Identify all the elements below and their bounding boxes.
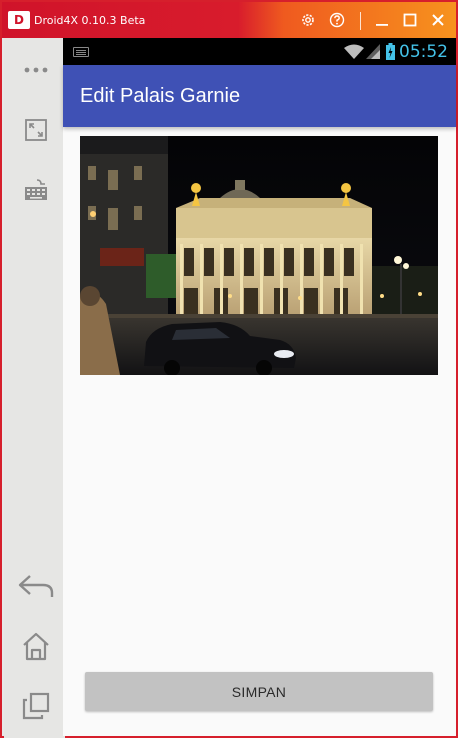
- palais-garnier-photo: [80, 136, 438, 375]
- recent-apps-icon[interactable]: [14, 686, 58, 726]
- more-icon[interactable]: [14, 50, 58, 90]
- save-button[interactable]: SIMPAN: [85, 672, 433, 711]
- maximize-icon[interactable]: [400, 10, 420, 30]
- minimize-icon[interactable]: [372, 10, 392, 30]
- keyboard-icon[interactable]: [14, 170, 58, 210]
- emulator-sidebar: [4, 38, 65, 738]
- app-logo-icon: D: [8, 11, 30, 29]
- help-icon[interactable]: [327, 10, 347, 30]
- status-bar: 05:52: [63, 38, 456, 65]
- window-title: Droid4X 0.10.3 Beta: [34, 14, 146, 27]
- signal-icon: [366, 44, 380, 59]
- android-screen: 05:52 Edit Palais Garnie SIMPAN: [63, 38, 456, 736]
- close-icon[interactable]: [428, 10, 448, 30]
- battery-icon: [386, 43, 395, 60]
- back-icon[interactable]: [14, 566, 58, 606]
- status-time: 05:52: [399, 42, 448, 62]
- fullscreen-icon[interactable]: [14, 110, 58, 150]
- page-title: Edit Palais Garnie: [80, 85, 241, 107]
- keyboard-icon: [73, 47, 89, 57]
- home-icon[interactable]: [14, 626, 58, 666]
- titlebar-separator: [360, 12, 361, 30]
- settings-icon[interactable]: [298, 10, 318, 30]
- wifi-icon: [344, 44, 364, 59]
- app-bar: Edit Palais Garnie: [63, 65, 456, 127]
- window-titlebar[interactable]: D Droid4X 0.10.3 Beta: [2, 2, 456, 38]
